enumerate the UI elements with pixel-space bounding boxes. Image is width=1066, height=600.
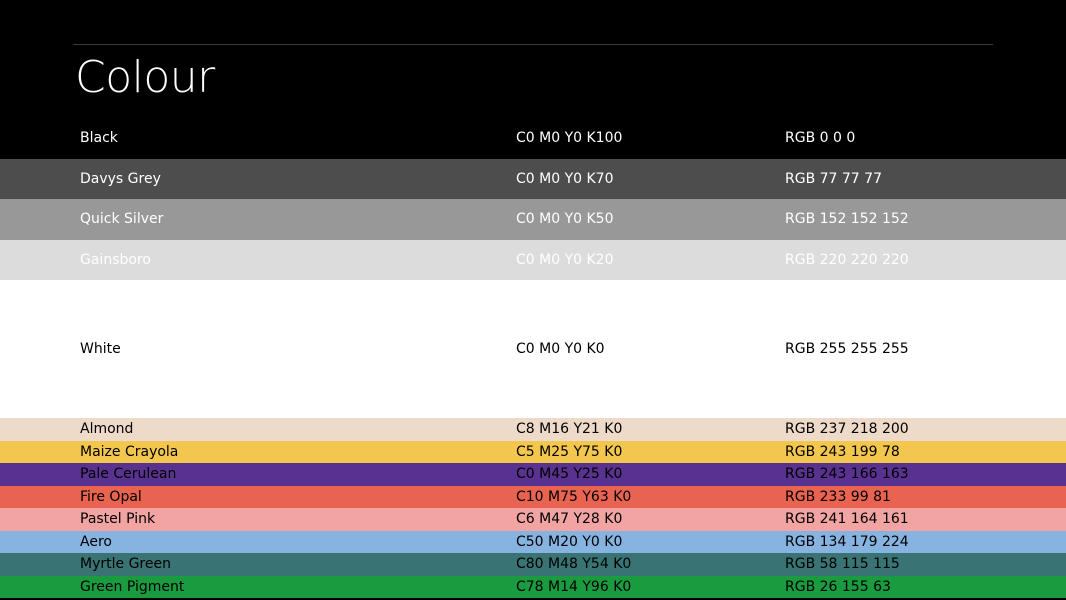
colour-rgb-value: RGB 255 255 255: [785, 341, 909, 357]
colour-swatch-list: Black C0 M0 Y0 K100 RGB 0 0 0 Davys Grey C0 …: [0, 118, 1066, 598]
colour-name: Fire Opal: [80, 488, 142, 505]
colour-name: Myrtle Green: [80, 556, 171, 573]
colour-swatch-row: Davys Grey C0 M0 Y0 K70 RGB 77 77 77: [0, 158, 1066, 199]
colour-name: Davys Grey: [80, 170, 161, 187]
colour-rgb-value: RGB 58 115 115: [785, 556, 900, 573]
colour-rgb-value: RGB 233 99 81: [785, 488, 891, 505]
colour-rgb-value: RGB 237 218 200: [785, 421, 909, 438]
colour-swatch-row: Almond C8 M16 Y21 K0 RGB 237 218 200: [0, 418, 1066, 441]
colour-cmyk-value: C5 M25 Y75 K0: [516, 443, 623, 460]
colour-name: Almond: [80, 421, 134, 438]
colour-cmyk-value: C0 M45 Y25 K0: [516, 466, 623, 483]
colour-name: Quick Silver: [80, 211, 164, 228]
colour-cmyk-value: C50 M20 Y0 K0: [516, 533, 623, 550]
colour-cmyk-value: C0 M0 Y0 K0: [516, 341, 605, 357]
colour-swatch-row: White C0 M0 Y0 K0 RGB 255 255 255: [0, 280, 1066, 418]
colour-swatch-row: Black C0 M0 Y0 K100 RGB 0 0 0: [0, 118, 1066, 159]
colour-cmyk-value: C0 M0 Y0 K50: [516, 211, 614, 228]
colour-cmyk-value: C0 M0 Y0 K20: [516, 251, 614, 268]
page-title: Colour: [75, 52, 215, 103]
colour-swatch-row: Pastel Pink C6 M47 Y28 K0 RGB 241 164 161: [0, 508, 1066, 531]
colour-cmyk-value: C8 M16 Y21 K0: [516, 421, 623, 438]
colour-swatch-row: Quick Silver C0 M0 Y0 K50 RGB 152 152 152: [0, 199, 1066, 240]
colour-name: Green Pigment: [80, 578, 185, 595]
colour-swatch-row: Fire Opal C10 M75 Y63 K0 RGB 233 99 81: [0, 485, 1066, 508]
colour-swatch-row: Pale Cerulean C0 M45 Y25 K0 RGB 243 166 16…: [0, 463, 1066, 486]
colour-rgb-value: RGB 241 164 161: [785, 511, 909, 528]
colour-name: Pale Cerulean: [80, 466, 177, 483]
colour-swatch-row: Maize Crayola C5 M25 Y75 K0 RGB 243 199 78: [0, 440, 1066, 463]
top-divider: [73, 44, 993, 45]
colour-rgb-value: RGB 152 152 152: [785, 211, 909, 228]
colour-swatch-row: Aero C50 M20 Y0 K0 RGB 134 179 224: [0, 530, 1066, 553]
colour-name: Black: [80, 130, 118, 147]
colour-rgb-value: RGB 77 77 77: [785, 170, 882, 187]
colour-rgb-value: RGB 243 166 163: [785, 466, 909, 483]
colour-rgb-value: RGB 26 155 63: [785, 578, 891, 595]
colour-name: Gainsboro: [80, 251, 151, 268]
colour-cmyk-value: C0 M0 Y0 K100: [516, 130, 623, 147]
colour-cmyk-value: C0 M0 Y0 K70: [516, 170, 614, 187]
colour-rgb-value: RGB 220 220 220: [785, 251, 909, 268]
colour-name: Pastel Pink: [80, 511, 156, 528]
colour-cmyk-value: C78 M14 Y96 K0: [516, 578, 632, 595]
colour-cmyk-value: C6 M47 Y28 K0: [516, 511, 623, 528]
colour-rgb-value: RGB 134 179 224: [785, 533, 909, 550]
header: Colour: [0, 0, 1066, 120]
colour-name: Maize Crayola: [80, 443, 179, 460]
colour-cmyk-value: C10 M75 Y63 K0: [516, 488, 632, 505]
colour-name: Aero: [80, 533, 112, 550]
colour-rgb-value: RGB 0 0 0: [785, 130, 856, 147]
colour-swatch-row: Gainsboro C0 M0 Y0 K20 RGB 220 220 220: [0, 239, 1066, 280]
colour-rgb-value: RGB 243 199 78: [785, 443, 900, 460]
colour-swatch-row: Green Pigment C78 M14 Y96 K0 RGB 26 155 63: [0, 575, 1066, 598]
colour-name: White: [80, 341, 121, 357]
colour-swatch-row: Myrtle Green C80 M48 Y54 K0 RGB 58 115 115: [0, 553, 1066, 576]
colour-cmyk-value: C80 M48 Y54 K0: [516, 556, 632, 573]
